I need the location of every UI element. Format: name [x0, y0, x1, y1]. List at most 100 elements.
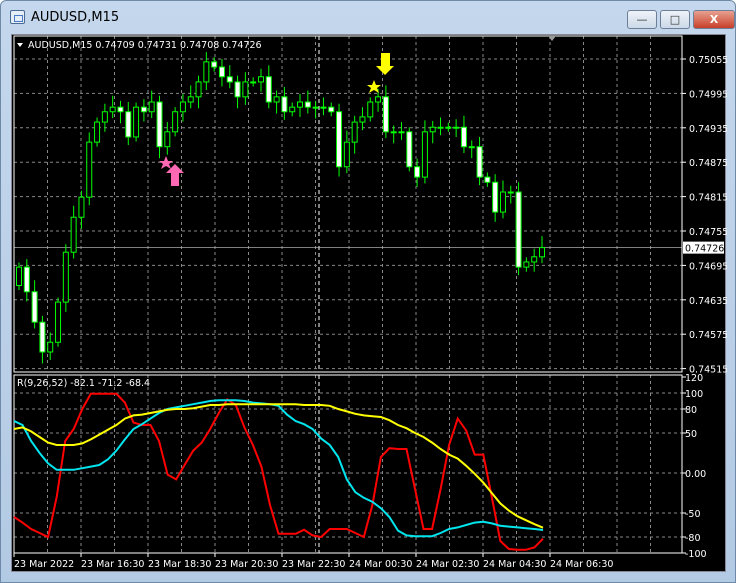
buy-signal: [159, 156, 184, 186]
indicator-tick-label: -50: [685, 509, 701, 520]
candle: [359, 107, 366, 131]
candle-body: [499, 191, 506, 213]
candle-body: [94, 121, 101, 143]
candle: [281, 87, 288, 120]
candle: [78, 190, 85, 229]
candle: [62, 244, 69, 312]
candle-body: [47, 341, 54, 353]
current-price-label: 0.74726: [685, 244, 724, 255]
candle: [421, 120, 428, 184]
time-label: 24 Mar 02:30: [416, 559, 479, 570]
candle-body: [23, 266, 30, 293]
candle-body: [257, 76, 264, 83]
time-label: 24 Mar 06:30: [550, 559, 613, 570]
indicator-tick-label: 120: [685, 373, 703, 384]
candle: [234, 75, 241, 109]
candle-body: [55, 301, 62, 343]
candles: [16, 52, 545, 364]
candle: [336, 103, 343, 177]
candle-body: [242, 81, 249, 98]
candle-body: [187, 96, 194, 103]
time-label: 23 Mar 20:30: [215, 559, 278, 570]
candle: [304, 90, 311, 114]
candle-body: [218, 66, 225, 78]
candle: [320, 97, 327, 116]
candle-body: [211, 61, 218, 68]
candle-body: [226, 76, 233, 83]
candle-body: [297, 101, 304, 108]
candle-body: [140, 106, 147, 113]
candle-body: [476, 146, 483, 178]
candle: [499, 180, 506, 219]
candle: [507, 185, 514, 204]
candle: [250, 77, 257, 87]
candle: [398, 122, 405, 140]
candle-body: [390, 131, 397, 134]
indicator-tick-label: 0.00: [685, 469, 706, 480]
time-label: 24 Mar 04:30: [483, 559, 546, 570]
candle: [156, 95, 163, 159]
price-tick-label: 0.75055: [689, 55, 727, 66]
star-icon: [367, 80, 381, 93]
candle-body: [133, 106, 140, 138]
candle: [351, 115, 358, 154]
candle-body: [172, 111, 179, 133]
candle: [515, 182, 522, 276]
candle: [468, 140, 475, 159]
candle-body: [31, 291, 38, 323]
axes: 0.75055 0.74995 0.74935 0.74875 0.74815 0.747…: [13, 55, 727, 570]
candle-body: [429, 126, 436, 133]
price-tick-label: 0.74995: [689, 89, 727, 100]
candle: [172, 107, 179, 137]
candle: [289, 102, 296, 117]
candle: [55, 297, 62, 347]
candle-body: [62, 251, 69, 303]
candle-body: [375, 96, 382, 103]
candle-body: [507, 191, 514, 194]
price-tick-label: 0.74815: [689, 193, 727, 204]
candle-body: [148, 101, 155, 113]
candle: [31, 280, 38, 329]
price-tick-label: 0.74755: [689, 227, 727, 238]
maximize-button[interactable]: □: [660, 10, 690, 29]
chart-shift-marker-icon[interactable]: [548, 36, 556, 41]
candle-body: [382, 96, 389, 133]
candle-body: [281, 96, 288, 113]
candle-body: [468, 146, 475, 149]
candle-body: [460, 126, 467, 148]
chart-area[interactable]: 0.75055 0.74995 0.74935 0.74875 0.74815 0.747…: [11, 34, 727, 573]
candle: [429, 120, 436, 144]
candle-body: [406, 131, 413, 168]
time-label: 24 Mar 00:30: [349, 559, 412, 570]
candle-body: [539, 247, 545, 258]
candle: [484, 172, 491, 187]
candle: [125, 102, 132, 145]
price-tick-label: 0.74875: [689, 158, 727, 169]
down-arrow-icon: [376, 53, 394, 75]
chart-canvas[interactable]: 0.75055 0.74995 0.74935 0.74875 0.74815 0.747…: [12, 35, 727, 573]
indicator-tick-label: 50: [685, 429, 697, 440]
candle: [539, 236, 545, 264]
indicator-tick-label: 80: [685, 405, 697, 416]
price-tick-label: 0.74935: [689, 124, 727, 135]
candle: [312, 100, 319, 119]
candle-body: [78, 196, 85, 218]
candle: [148, 90, 155, 119]
candle-body: [351, 121, 358, 143]
minimize-button[interactable]: —: [627, 10, 657, 29]
candle: [414, 158, 421, 187]
candle: [164, 122, 171, 155]
candle-body: [101, 111, 108, 123]
close-button[interactable]: X: [693, 10, 735, 29]
symbol-info: AUDUSD,M15 0.74709 0.74731 0.74708 0.747…: [28, 40, 262, 51]
candle: [117, 100, 124, 124]
indicator-tick-label: -100: [685, 549, 707, 560]
collapse-triangle-icon[interactable]: [17, 43, 23, 47]
price-tick-label: 0.74695: [689, 261, 727, 272]
time-label: 23 Mar 16:30: [81, 559, 144, 570]
time-label: 23 Mar 18:30: [148, 559, 211, 570]
indicator-label: R(9,26,52) -82.1 -71.2 -68.4: [17, 378, 150, 389]
chart-window-icon: [10, 10, 25, 24]
candle-body: [164, 131, 171, 148]
candle-body: [484, 176, 491, 183]
